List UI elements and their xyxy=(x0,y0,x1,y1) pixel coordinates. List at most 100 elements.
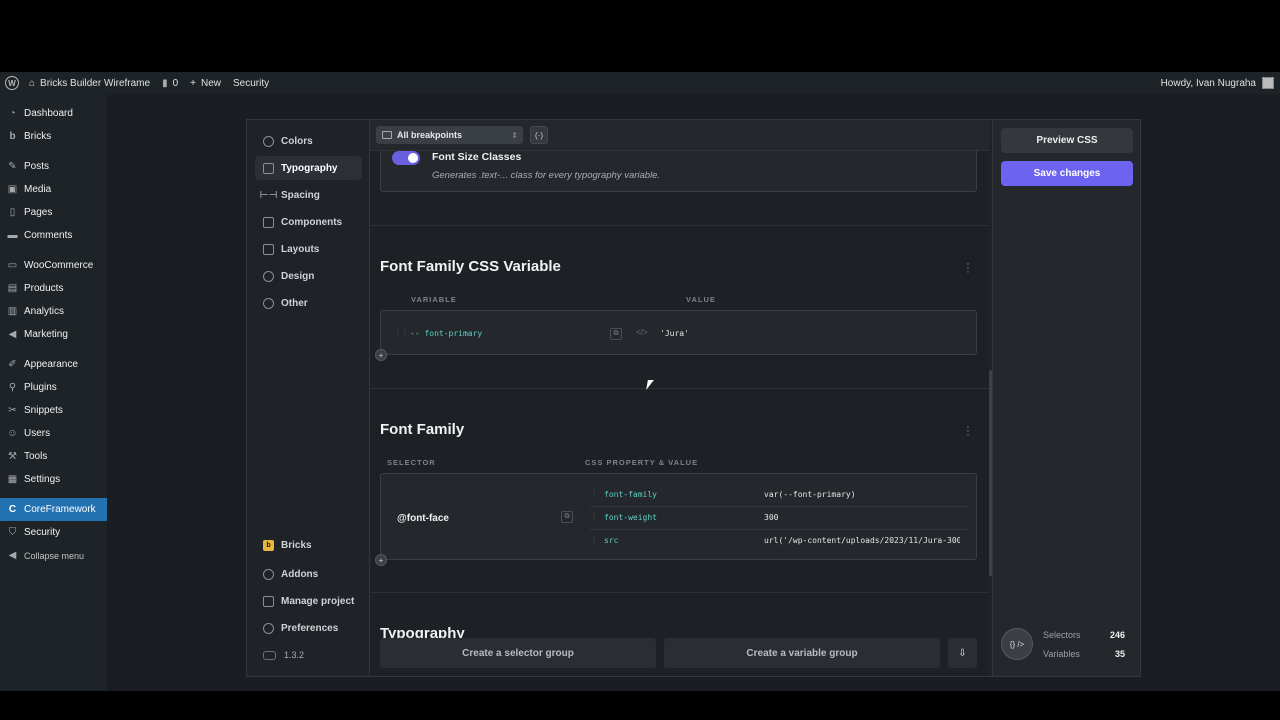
section-divider xyxy=(370,225,989,226)
menu-snippets[interactable]: ✂ Snippets xyxy=(0,399,107,422)
menu-label: Collapse menu xyxy=(24,550,85,561)
kebab-menu-icon[interactable]: · · · xyxy=(966,420,970,440)
admin-bar: W ⌂ Bricks Builder Wireframe ▮ 0 + New S… xyxy=(0,72,1280,94)
media-icon: ▣ xyxy=(7,184,18,195)
nav-preferences[interactable]: Preferences xyxy=(255,616,362,640)
menu-security[interactable]: ⛉ Security xyxy=(0,521,107,544)
import-button[interactable]: ⇩ xyxy=(948,638,977,668)
menu-analytics[interactable]: ▥ Analytics xyxy=(0,300,107,323)
import-icon: ⇩ xyxy=(958,647,967,659)
nav-design[interactable]: Design xyxy=(255,264,362,288)
menu-label: Dashboard xyxy=(24,108,73,119)
menu-products[interactable]: ▤ Products xyxy=(0,277,107,300)
menu-label: Products xyxy=(24,283,64,294)
copy-icon[interactable]: ⧉ xyxy=(561,511,573,523)
property-value[interactable]: 300 xyxy=(764,513,778,522)
property-value[interactable]: var(--font-primary) xyxy=(764,490,856,499)
property-name[interactable]: font-weight xyxy=(604,513,657,522)
nav-label: Components xyxy=(281,216,343,228)
menu-settings[interactable]: ▦ Settings xyxy=(0,468,107,491)
copy-icon[interactable]: ⧉ xyxy=(610,328,622,340)
selector-name[interactable]: @font-face xyxy=(397,513,449,524)
menu-plugins[interactable]: ⚲ Plugins xyxy=(0,376,107,399)
comments-link[interactable]: ▮ 0 xyxy=(162,78,178,89)
preferences-icon xyxy=(263,622,274,634)
create-variable-group-button[interactable]: Create a variable group xyxy=(664,638,940,668)
col-header-property: CSS PROPERTY & VALUE xyxy=(585,458,699,467)
code-icon[interactable]: </> xyxy=(636,328,648,337)
menu-label: Plugins xyxy=(24,382,57,393)
new-link[interactable]: + New xyxy=(190,78,221,89)
create-selector-group-button[interactable]: Create a selector group xyxy=(380,638,656,668)
menu-media[interactable]: ▣ Media xyxy=(0,178,107,201)
greeting: Howdy, Ivan Nugraha xyxy=(1160,77,1256,89)
drag-handle-icon[interactable]: ⋮⋮ xyxy=(394,328,409,337)
font-family-title: Font Family xyxy=(380,421,465,438)
menu-collapse[interactable]: ◀ Collapse menu xyxy=(0,544,107,567)
variable-name[interactable]: -- font-primary xyxy=(410,329,482,338)
menu-coreframework[interactable]: C CoreFramework xyxy=(0,498,114,521)
drag-handle-icon[interactable]: ⋮ xyxy=(590,512,598,521)
add-selector-button[interactable]: + xyxy=(375,554,387,566)
drag-handle-icon[interactable]: ⋮ xyxy=(590,535,598,544)
menu-bricks[interactable]: b Bricks xyxy=(0,125,107,148)
menu-posts[interactable]: ✎ Posts xyxy=(0,155,107,178)
col-header-value: VALUE xyxy=(686,295,716,304)
section-divider xyxy=(370,388,989,389)
selectors-label: Selectors xyxy=(1043,630,1081,640)
menu-comments[interactable]: ▬ Comments xyxy=(0,224,107,247)
font-size-classes-toggle[interactable] xyxy=(392,151,420,165)
site-name: Bricks Builder Wireframe xyxy=(40,77,151,89)
nav-label: Design xyxy=(281,270,315,282)
menu-appearance[interactable]: ✐ Appearance xyxy=(0,353,107,376)
save-changes-button[interactable]: Save changes xyxy=(1001,161,1133,186)
nav-components[interactable]: Components xyxy=(255,210,362,234)
bricks-icon: b xyxy=(9,131,16,142)
nav-bricks[interactable]: b Bricks xyxy=(255,533,362,557)
nav-colors[interactable]: Colors xyxy=(255,129,362,153)
menu-woocommerce[interactable]: ▭ WooCommerce xyxy=(0,254,107,277)
security-link[interactable]: Security xyxy=(233,78,269,89)
nav-label: Preferences xyxy=(281,622,339,634)
nav-label: Typography xyxy=(281,162,338,174)
nav-layouts[interactable]: Layouts xyxy=(255,237,362,261)
nav-addons[interactable]: Addons xyxy=(255,562,362,586)
user-icon: ☺ xyxy=(7,428,18,439)
property-name[interactable]: font-family xyxy=(604,490,657,499)
property-name[interactable]: src xyxy=(604,536,618,545)
account-menu[interactable]: Howdy, Ivan Nugraha xyxy=(1161,77,1274,89)
variable-toggle-button[interactable]: (·) xyxy=(530,126,548,144)
menu-tools[interactable]: ⚒ Tools xyxy=(0,445,107,468)
kebab-menu-icon[interactable]: · · · xyxy=(966,257,970,277)
comment-icon: ▬ xyxy=(7,230,18,241)
menu-label: Users xyxy=(24,428,51,439)
nav-spacing[interactable]: ⊢⊣ Spacing xyxy=(255,183,362,207)
menu-dashboard[interactable]: ◔ Dashboard xyxy=(0,102,107,125)
addons-icon xyxy=(263,568,274,580)
breakpoint-select[interactable]: All breakpoints ⇕ xyxy=(376,126,523,144)
components-icon xyxy=(263,216,274,228)
menu-marketing[interactable]: ◀ Marketing xyxy=(0,323,107,346)
letterbox-bottom xyxy=(0,691,1280,720)
preview-css-button[interactable]: Preview CSS xyxy=(1001,128,1133,153)
nav-other[interactable]: Other xyxy=(255,291,362,315)
nav-typography[interactable]: Typography xyxy=(255,156,362,180)
nav-manage-project[interactable]: Manage project xyxy=(255,589,362,613)
coreframework-app: Colors Typography ⊢⊣ Spacing Components L… xyxy=(246,119,1141,677)
bricks-icon: b xyxy=(263,539,274,551)
drag-handle-icon[interactable]: ⋮ xyxy=(590,489,598,498)
pages-icon: ▯ xyxy=(9,207,16,218)
variable-value[interactable]: 'Jura' xyxy=(660,329,689,338)
col-header-selector: SELECTOR xyxy=(387,458,436,467)
add-variable-button[interactable]: + xyxy=(375,349,387,361)
wordpress-logo-icon[interactable]: W xyxy=(5,76,19,90)
nav-label: Bricks xyxy=(281,539,312,551)
menu-label: Settings xyxy=(24,474,61,485)
menu-users[interactable]: ☺ Users xyxy=(0,422,107,445)
property-value[interactable]: url('/wp-content/uploads/2023/11/Jura-30… xyxy=(764,536,960,545)
site-name-link[interactable]: ⌂ Bricks Builder Wireframe xyxy=(29,78,150,89)
cf-nav: Colors Typography ⊢⊣ Spacing Components L… xyxy=(247,120,370,676)
menu-pages[interactable]: ▯ Pages xyxy=(0,201,107,224)
menu-label: Analytics xyxy=(24,306,65,317)
menu-label: WooCommerce xyxy=(24,260,94,271)
